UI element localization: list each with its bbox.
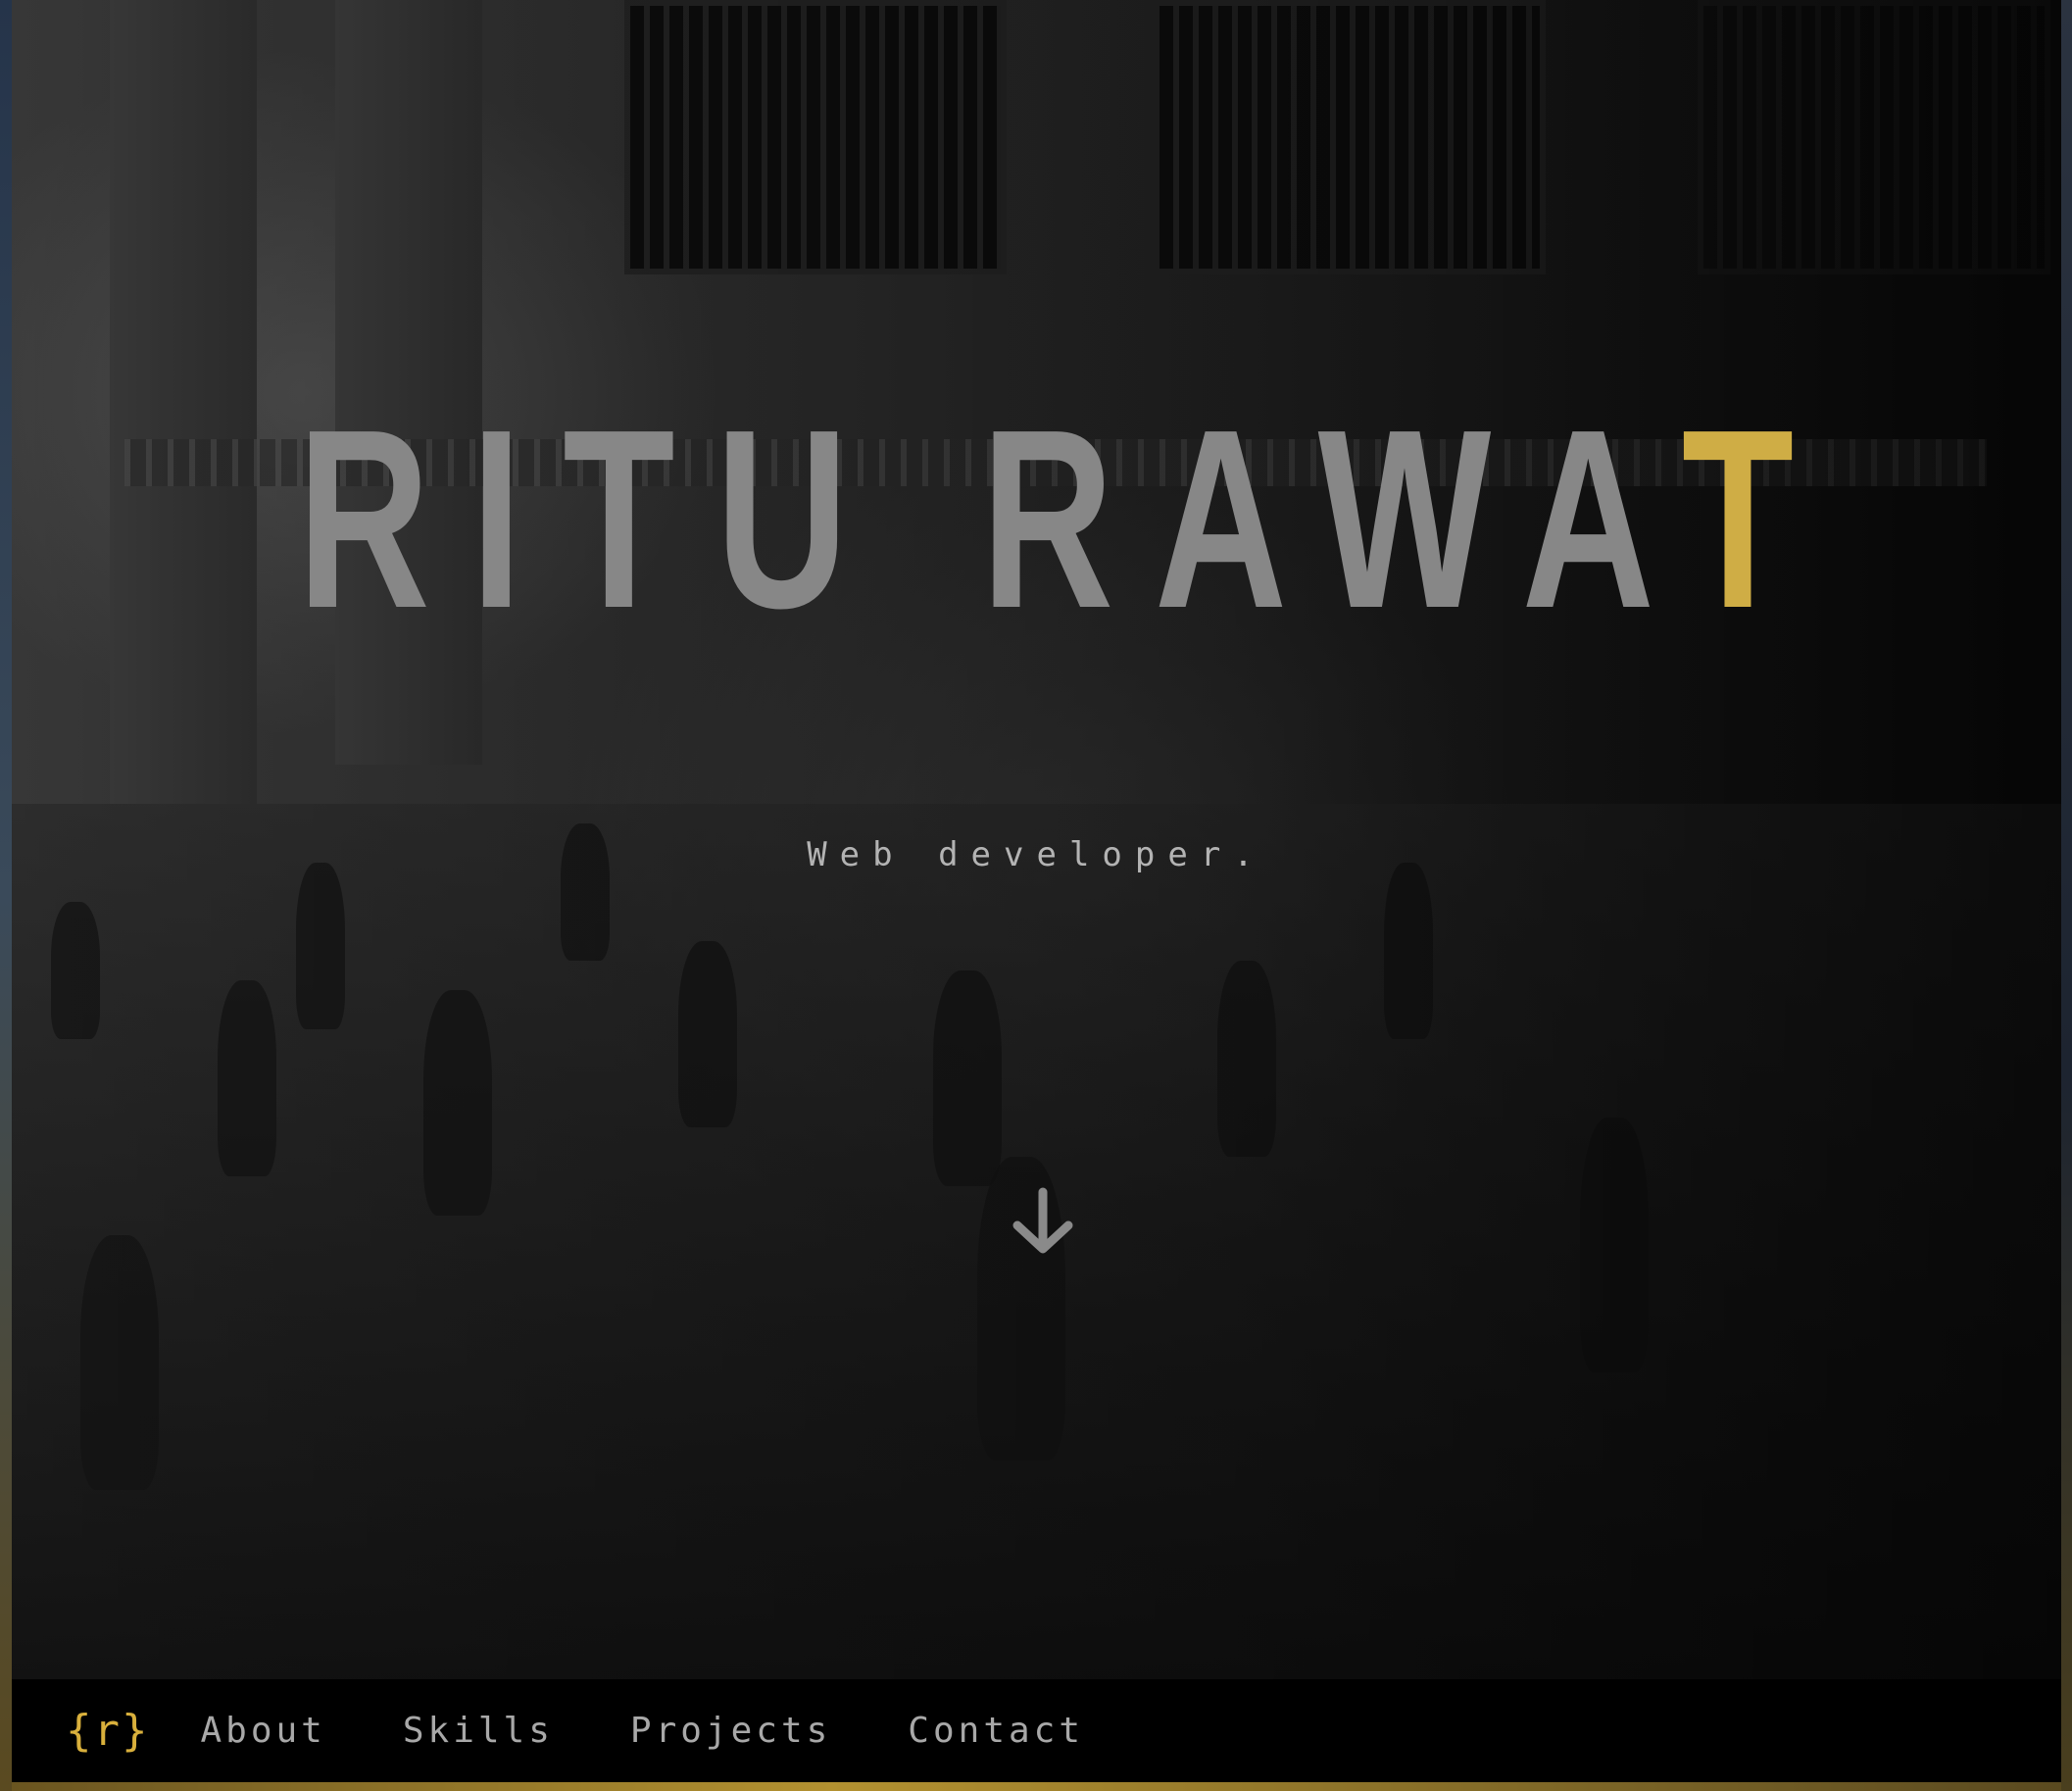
hero-title: RITU RAWAT — [297, 392, 1794, 647]
arrow-down-icon-svg — [1012, 1187, 1073, 1254]
nav-link-about[interactable]: About — [200, 1711, 325, 1751]
browser-viewport: RITU RAWAT Web developer. {r} About Skil… — [12, 0, 2061, 1782]
hero-title-accent: T — [1681, 377, 1835, 662]
background-window-strip — [0, 0, 12, 1791]
nav-links: About Skills Projects Contact — [200, 1711, 1160, 1751]
hero-section: RITU RAWAT Web developer. — [12, 0, 2061, 1679]
logo[interactable]: {r} — [66, 1706, 149, 1756]
nav-link-skills[interactable]: Skills — [403, 1711, 554, 1751]
nav-link-contact[interactable]: Contact — [908, 1711, 1084, 1751]
page: RITU RAWAT Web developer. {r} About Skil… — [0, 0, 2072, 1791]
background-window-bottom-edge — [12, 1782, 2061, 1791]
hero-subtitle: Web developer. — [807, 835, 1266, 874]
nav-link-projects[interactable]: Projects — [630, 1711, 831, 1751]
arrow-down-icon[interactable] — [1004, 1184, 1082, 1263]
navbar: {r} About Skills Projects Contact — [12, 1679, 2061, 1782]
hero-title-main: RITU RAWA — [297, 377, 1682, 662]
